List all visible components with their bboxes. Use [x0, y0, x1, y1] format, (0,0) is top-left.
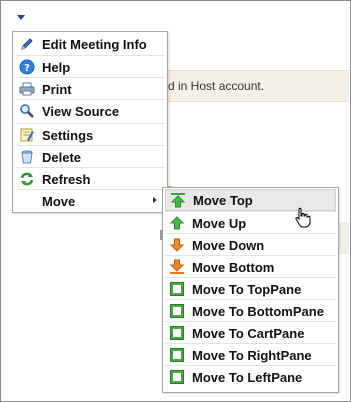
pane-icon: [169, 369, 185, 385]
submenu-item-move-bottom[interactable]: Move Bottom: [165, 255, 336, 278]
help-icon: ?: [19, 59, 35, 75]
submenu-item-move-down[interactable]: Move Down: [165, 233, 336, 256]
submenu-item-label: Move To RightPane: [192, 347, 312, 363]
submenu-item-move-to-bottompane[interactable]: Move To BottomPane: [165, 299, 336, 322]
pane-icon: [169, 281, 185, 297]
menu-item-label: View Source: [42, 103, 120, 119]
submenu-item-move-to-toppane[interactable]: Move To TopPane: [165, 277, 336, 300]
menu-item-label: Help: [42, 59, 71, 75]
menu-item-label: Delete: [42, 149, 82, 165]
menu-item-edit-meeting-info[interactable]: Edit Meeting Info: [15, 33, 165, 55]
arrow-up-top-icon: [170, 192, 186, 208]
submenu-item-label: Move Up: [192, 215, 247, 231]
arrow-up-icon: [169, 215, 185, 231]
menu-item-label: Settings: [42, 127, 94, 143]
menu-item-settings[interactable]: Settings: [15, 123, 165, 146]
menu-item-help[interactable]: ? Help: [15, 55, 165, 78]
menu-item-move[interactable]: Move: [15, 189, 165, 212]
submenu-item-label: Move To LeftPane: [192, 369, 303, 385]
refresh-icon: [19, 171, 35, 187]
menu-item-label: Refresh: [42, 171, 91, 187]
submenu-item-label: Move To TopPane: [192, 281, 302, 297]
menu-item-print[interactable]: Print: [15, 77, 165, 100]
menu-item-label: Print: [42, 81, 72, 97]
submenu-item-move-to-leftpane[interactable]: Move To LeftPane: [165, 365, 336, 388]
submenu-item-label: Move Top: [193, 192, 253, 208]
pencil-icon: [19, 36, 35, 52]
menu-item-view-source[interactable]: View Source: [15, 99, 165, 122]
move-submenu: Move Top Move Up Move Down Move Bottom M…: [162, 187, 339, 393]
pane-icon: [169, 325, 185, 341]
arrow-down-icon: [169, 237, 185, 253]
pane-icon: [169, 347, 185, 363]
menu-item-label: Move: [42, 193, 76, 209]
submenu-item-move-to-rightpane[interactable]: Move To RightPane: [165, 343, 336, 366]
action-menu: Edit Meeting Info ? Help Print View Sour…: [12, 31, 168, 213]
submenu-item-label: Move Bottom: [192, 259, 275, 275]
menu-item-label: Edit Meeting Info: [42, 36, 147, 52]
trash-icon: [19, 149, 35, 165]
submenu-item-label: Move To BottomPane: [192, 303, 324, 319]
submenu-item-label: Move Down: [192, 237, 265, 253]
pane-icon: [169, 303, 185, 319]
submenu-item-move-to-cartpane[interactable]: Move To CartPane: [165, 321, 336, 344]
magnifier-icon: [19, 103, 35, 119]
menu-dropdown-caret-icon[interactable]: [17, 15, 25, 20]
menu-item-delete[interactable]: Delete: [15, 145, 165, 168]
svg-text:?: ?: [24, 63, 30, 74]
submenu-item-label: Move To CartPane: [192, 325, 305, 341]
settings-icon: [19, 127, 35, 143]
submenu-arrow-icon: [153, 197, 157, 203]
arrow-down-bottom-icon: [169, 259, 185, 275]
menu-item-refresh[interactable]: Refresh: [15, 167, 165, 190]
host-notice-text: d in Host account.: [168, 79, 265, 93]
printer-icon: [19, 81, 35, 97]
hand-cursor-icon: [294, 207, 312, 232]
